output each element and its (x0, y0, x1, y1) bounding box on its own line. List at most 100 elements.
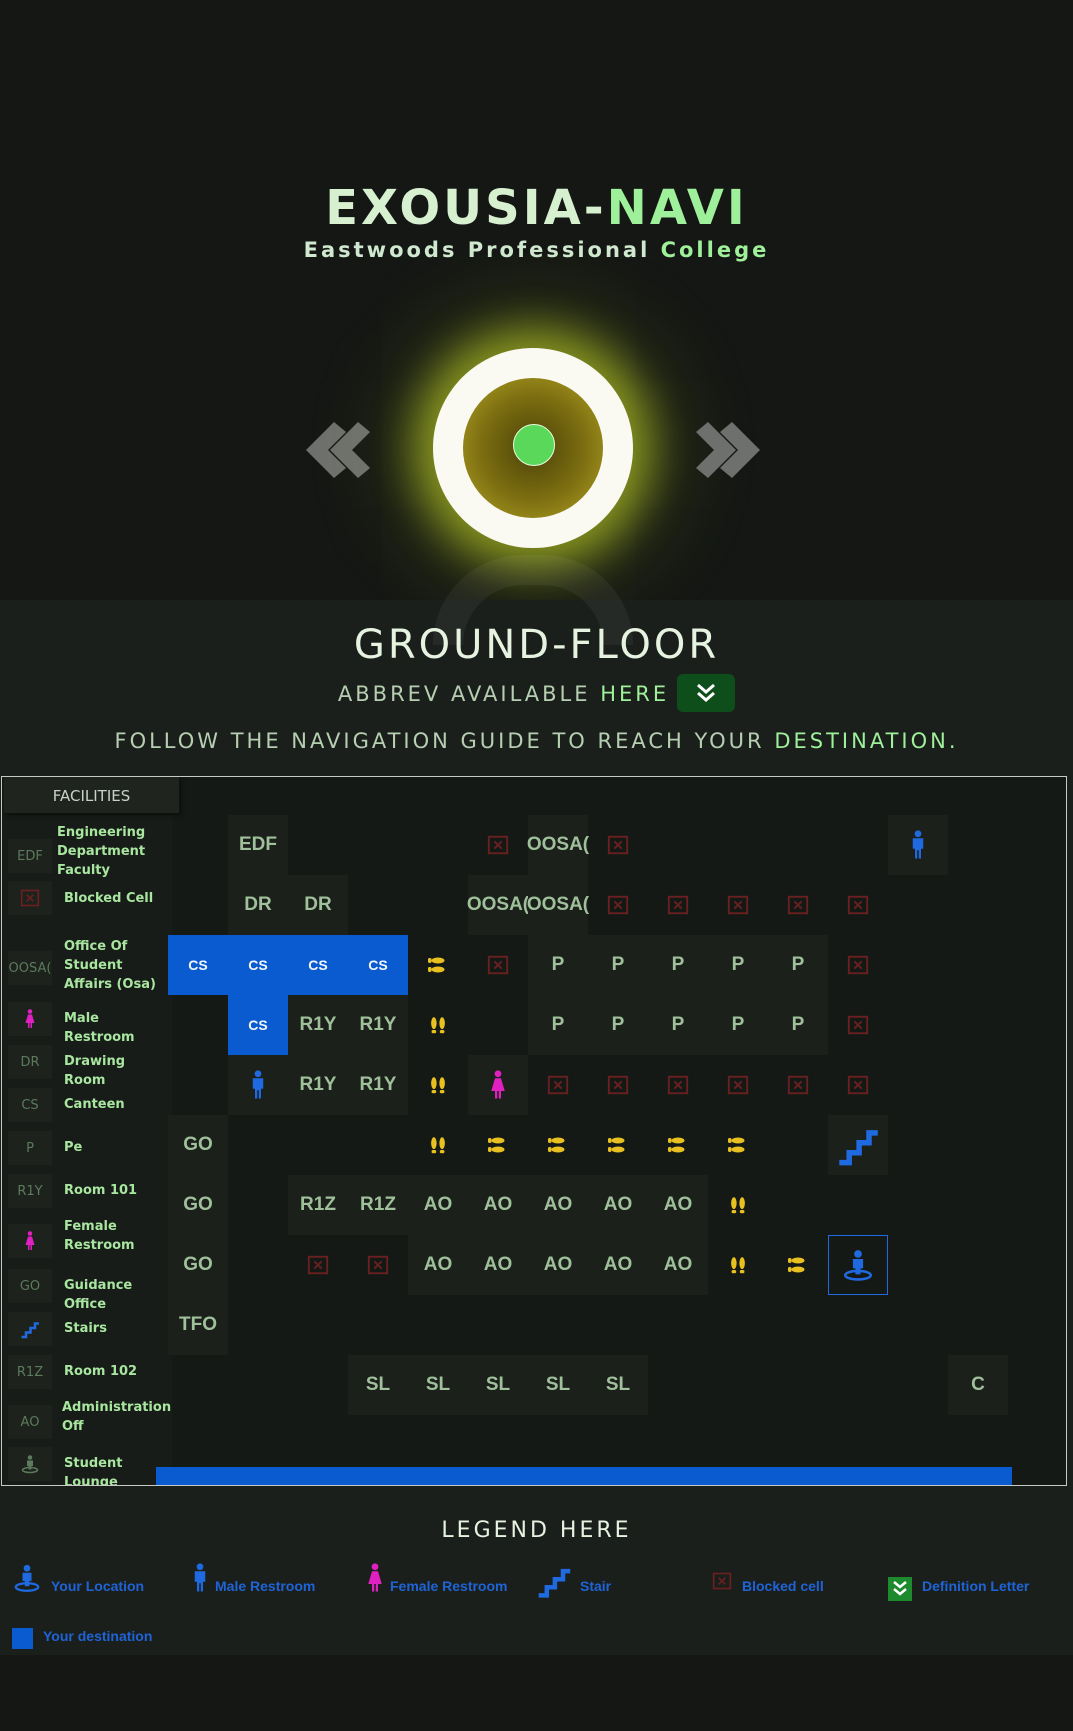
room-cell: EDF (228, 815, 288, 875)
room-cell: R1Y (288, 1055, 348, 1115)
room-cell: R1Z (348, 1175, 408, 1235)
footer-area (0, 1655, 1073, 1731)
facility-abbr: R1Z (8, 1355, 52, 1389)
location-icon (841, 1248, 875, 1282)
foot-side-cell (528, 1115, 588, 1175)
blocked-icon (607, 894, 629, 916)
destination-bar (156, 1467, 1012, 1485)
foot-side-icon (606, 1133, 630, 1157)
room-cell: R1Y (348, 1055, 408, 1115)
foot-up-cell (708, 1235, 768, 1295)
room-cell: P (588, 935, 648, 995)
room-cell: OOSA( (527, 875, 589, 935)
male-icon (185, 1563, 215, 1597)
room-cell: AO (468, 1175, 528, 1235)
map-grid: EDF OOSA(DR DR OOSA(OOSA(CS CS CS CS P P P P P CS R1Y… (156, 777, 1066, 1485)
floor-selector-ring[interactable] (433, 348, 633, 548)
room-cell: AO (648, 1235, 708, 1295)
blocked-icon (727, 894, 749, 916)
facility-abbr: OOSA( (8, 951, 52, 985)
chevron-down-icon (697, 683, 716, 702)
blocked-cell (828, 995, 888, 1055)
foot-up-cell (408, 1055, 468, 1115)
abbrev-toggle-button[interactable] (677, 674, 736, 712)
stairs-cell (828, 1115, 888, 1175)
facility-name: Room 101 (64, 1183, 138, 1198)
blocked-cell (588, 875, 648, 935)
destination-cell: CS (168, 935, 228, 995)
facilities-heading: FACILITIES (4, 777, 179, 813)
legend-label: Your Location (51, 1578, 145, 1594)
destination-cell: CS (288, 935, 348, 995)
female-icon (483, 1070, 513, 1100)
blocked-cell (588, 815, 648, 875)
previous-floor-button[interactable] (296, 420, 376, 480)
blocked-icon (607, 834, 629, 856)
blocked-cell (288, 1235, 348, 1295)
room-cell: DR (228, 875, 288, 935)
foot-side-cell (768, 1235, 828, 1295)
facility-abbr: DR (8, 1045, 52, 1079)
blocked-cell (828, 935, 888, 995)
college-name: Eastwoods Professional College (303, 238, 770, 262)
blocked-icon (847, 894, 869, 916)
facility-name: Office Of Student Affairs (Osa) (64, 939, 156, 992)
blocked-icon (487, 834, 509, 856)
facility-name: Drawing Room (64, 1054, 126, 1088)
room-cell: AO (528, 1175, 588, 1235)
blocked-icon (847, 1014, 869, 1036)
male-cell (888, 815, 948, 875)
facility-abbr: EDF (8, 839, 52, 873)
double-chevron-left-icon (306, 422, 370, 478)
facility-name: Pe (64, 1140, 83, 1155)
blocked-cell (828, 1055, 888, 1115)
floor-indicator-dot (513, 424, 555, 466)
room-cell: AO (408, 1175, 468, 1235)
blocked-cell (768, 1055, 828, 1115)
blocked-icon (712, 1571, 732, 1595)
female-icon (8, 1002, 52, 1036)
foot-up-icon (427, 1074, 449, 1096)
facility-name: Stairs (64, 1321, 107, 1336)
blocked-icon (607, 1074, 629, 1096)
female-cell (468, 1055, 528, 1115)
blocked-icon (727, 1074, 749, 1096)
room-cell: P (768, 935, 828, 995)
destination-cell: CS (228, 935, 288, 995)
room-cell: C (948, 1355, 1008, 1415)
blocked-cell (828, 875, 888, 935)
stairs-icon (536, 1563, 572, 1603)
blocked-cell (648, 875, 708, 935)
room-cell: P (528, 935, 588, 995)
destination-swatch (12, 1628, 33, 1653)
room-cell: AO (468, 1235, 528, 1295)
room-cell: P (768, 995, 828, 1055)
blocked-cell (588, 1055, 648, 1115)
foot-side-cell (408, 935, 468, 995)
foot-side-icon (666, 1133, 690, 1157)
your-location-cell[interactable] (828, 1235, 888, 1295)
room-cell: AO (588, 1235, 648, 1295)
blocked-icon (667, 1074, 689, 1096)
blocked-cell (768, 875, 828, 935)
blocked-icon (8, 881, 52, 915)
room-cell: AO (588, 1175, 648, 1235)
foot-side-icon (786, 1253, 810, 1277)
room-cell: GO (168, 1235, 228, 1295)
room-cell: R1Y (288, 995, 348, 1055)
female-icon (360, 1563, 390, 1597)
foot-up-icon (727, 1254, 749, 1276)
blocked-cell (468, 935, 528, 995)
male-icon (243, 1070, 273, 1100)
male-icon (903, 830, 933, 860)
room-cell: SL (408, 1355, 468, 1415)
blocked-cell (348, 1235, 408, 1295)
room-cell: AO (528, 1235, 588, 1295)
double-chevron-right-icon (696, 422, 760, 478)
facility-abbr: AO (8, 1405, 52, 1439)
next-floor-button[interactable] (696, 420, 776, 480)
abbrev-row: ABBREV AVAILABLE HERE (0, 674, 1073, 714)
blocked-icon (487, 954, 509, 976)
room-cell: SL (528, 1355, 588, 1415)
room-cell: GO (168, 1175, 228, 1235)
